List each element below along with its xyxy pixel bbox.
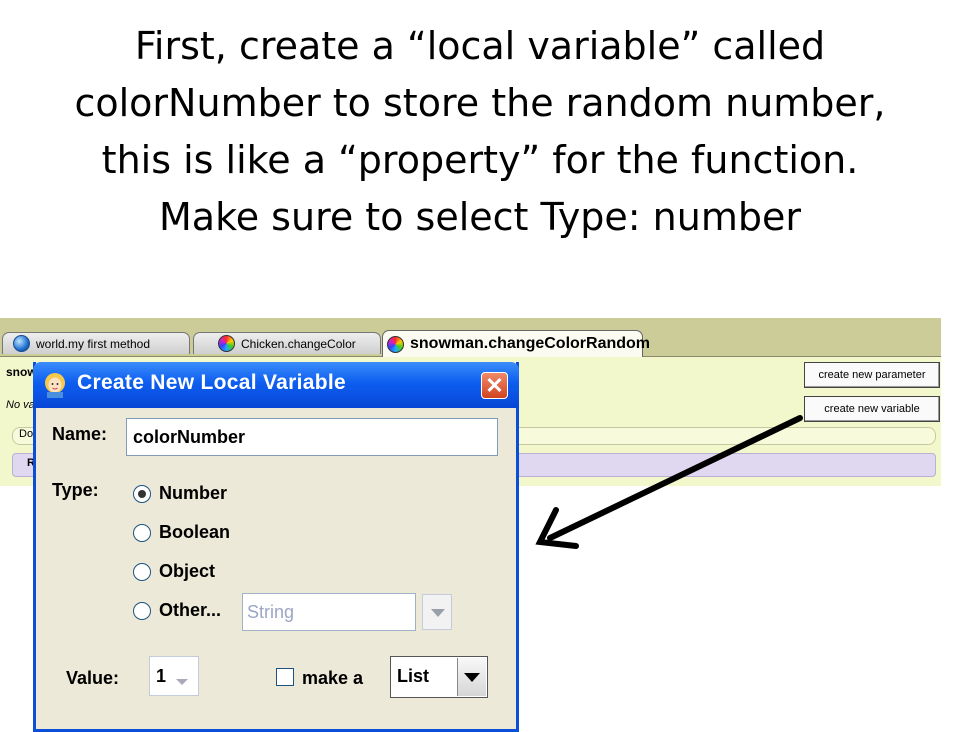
pointer-arrow [535,415,803,549]
